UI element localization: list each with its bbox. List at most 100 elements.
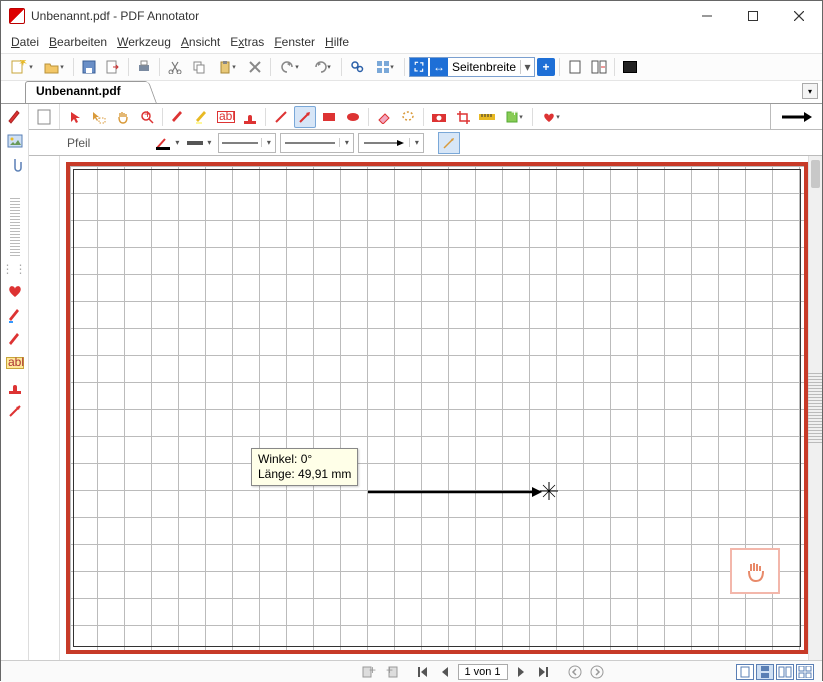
menu-tool[interactable]: Werkzeug	[117, 35, 171, 49]
fit-width-icon[interactable]: ↔	[430, 58, 448, 76]
copy-button[interactable]	[188, 56, 210, 78]
svg-text:+: +	[386, 665, 393, 677]
zoom-select[interactable]: ⛶ ↔ Seitenbreite ▾	[409, 57, 535, 77]
window-title: Unbenannt.pdf - PDF Annotator	[31, 9, 199, 23]
zoom-mode-label: Seitenbreite	[450, 60, 520, 74]
left-rail: ⋮⋮ abl	[1, 104, 29, 660]
tool-crop[interactable]	[452, 106, 474, 128]
tool-zoom[interactable]: +	[136, 106, 158, 128]
page[interactable]: Winkel: 0° Länge: 49,91 mm	[66, 162, 808, 654]
save-button[interactable]	[78, 56, 100, 78]
zoom-add-button[interactable]: +	[537, 58, 555, 76]
tool-arrow[interactable]	[294, 106, 316, 128]
new-doc-button[interactable]: ✶▾	[7, 56, 37, 78]
fill-picker[interactable]: ▾	[186, 133, 214, 153]
view-continuous[interactable]	[756, 664, 774, 680]
menu-edit[interactable]: Bearbeiten	[49, 35, 107, 49]
rail-pen3-icon[interactable]	[6, 330, 24, 348]
right-grip[interactable]	[808, 373, 822, 443]
nav-last[interactable]	[534, 664, 552, 680]
menu-window[interactable]: Fenster	[274, 35, 315, 49]
view-two-continuous[interactable]	[796, 664, 814, 680]
print-button[interactable]	[133, 56, 155, 78]
canvas[interactable]: Winkel: 0° Länge: 49,91 mm	[60, 156, 822, 660]
delete-button[interactable]	[244, 56, 266, 78]
maximize-button[interactable]	[730, 1, 776, 31]
fullscreen-button[interactable]	[619, 56, 641, 78]
document-tab[interactable]: Unbenannt.pdf	[25, 81, 148, 103]
tool-highlighter[interactable]	[191, 106, 213, 128]
rail-more-icon[interactable]: ⋮⋮	[2, 262, 28, 276]
tool-pointer[interactable]	[64, 106, 86, 128]
tool-rect[interactable]	[318, 106, 340, 128]
rail-pen2-icon[interactable]	[6, 306, 24, 324]
tab-label: Unbenannt.pdf	[36, 84, 121, 98]
tool-pen[interactable]	[167, 106, 189, 128]
open-button[interactable]: ▾	[39, 56, 69, 78]
view-single[interactable]	[736, 664, 754, 680]
tool-camera[interactable]	[428, 106, 450, 128]
arrow-style-select[interactable]: ▾	[358, 133, 424, 153]
tool-more[interactable]: +▾	[500, 106, 528, 128]
color-picker[interactable]: ▾	[154, 133, 182, 153]
rail-attach-icon[interactable]	[6, 156, 24, 174]
rail-pen-icon[interactable]	[6, 108, 24, 126]
tool-line[interactable]	[270, 106, 292, 128]
page-mode-icon[interactable]	[29, 104, 60, 129]
rail-stamp-icon[interactable]	[6, 378, 24, 396]
rail-image-icon[interactable]	[6, 132, 24, 150]
find-button[interactable]	[346, 56, 368, 78]
big-arrow-button[interactable]	[770, 104, 822, 130]
single-page-button[interactable]	[564, 56, 586, 78]
minimize-button[interactable]	[684, 1, 730, 31]
nav-prev[interactable]	[436, 664, 454, 680]
tool-name-label: Pfeil	[67, 136, 90, 150]
palm-rejection-button[interactable]	[730, 548, 780, 594]
rail-textfield-icon[interactable]: abl	[6, 354, 24, 372]
rail-arrow-icon[interactable]	[6, 402, 24, 420]
sb-insert-after[interactable]: +	[382, 664, 400, 680]
menu-help[interactable]: Hilfe	[325, 35, 349, 49]
redo-button[interactable]: ▾	[307, 56, 337, 78]
main-toolbar: ✶▾ ▾ ▾ ▾ ▾ ▾ ⛶ ↔ Seitenbreite ▾ +	[1, 53, 822, 81]
tool-stamp[interactable]	[239, 106, 261, 128]
organize-button[interactable]: ▾	[370, 56, 400, 78]
tool-select[interactable]	[88, 106, 110, 128]
tool-ellipse[interactable]	[342, 106, 364, 128]
tool-lasso[interactable]	[397, 106, 419, 128]
nav-next[interactable]	[512, 664, 530, 680]
tool-measure[interactable]	[476, 106, 498, 128]
line-width-select[interactable]: ▾	[218, 133, 276, 153]
paste-button[interactable]: ▾	[212, 56, 242, 78]
page-input[interactable]	[458, 664, 508, 680]
scrollbar-thumb[interactable]	[811, 160, 820, 188]
tool-favorite[interactable]: ▾	[537, 106, 565, 128]
two-page-button[interactable]	[588, 56, 610, 78]
rail-grip[interactable]	[10, 196, 20, 256]
tool-pan[interactable]	[112, 106, 134, 128]
tool-eraser[interactable]	[373, 106, 395, 128]
st-1[interactable]	[34, 160, 54, 180]
fit-home-icon[interactable]: ⛶	[410, 58, 428, 76]
undo-button[interactable]: ▾	[275, 56, 305, 78]
menu-view[interactable]: Ansicht	[181, 35, 220, 49]
line-style-select[interactable]: ▾	[280, 133, 354, 153]
nav-back[interactable]	[566, 664, 584, 680]
snap-toggle[interactable]	[438, 132, 460, 154]
zoom-dropdown-icon[interactable]: ▾	[520, 60, 534, 74]
tool-text[interactable]: abl	[215, 106, 237, 128]
tab-list-dropdown[interactable]: ▾	[802, 83, 818, 99]
close-button[interactable]	[776, 1, 822, 31]
menu-file[interactable]: Datei	[11, 35, 39, 49]
view-two-up[interactable]	[776, 664, 794, 680]
nav-first[interactable]	[414, 664, 432, 680]
export-button[interactable]	[102, 56, 124, 78]
nav-forward[interactable]	[588, 664, 606, 680]
menu-extras[interactable]: Extras	[230, 35, 264, 49]
rail-favorite-icon[interactable]	[6, 282, 24, 300]
measure-tooltip: Winkel: 0° Länge: 49,91 mm	[251, 448, 358, 486]
drawn-arrow[interactable]	[366, 490, 542, 494]
menu-bar: Datei Bearbeiten Werkzeug Ansicht Extras…	[1, 31, 822, 53]
cut-button[interactable]	[164, 56, 186, 78]
sb-insert-before[interactable]: +	[360, 664, 378, 680]
